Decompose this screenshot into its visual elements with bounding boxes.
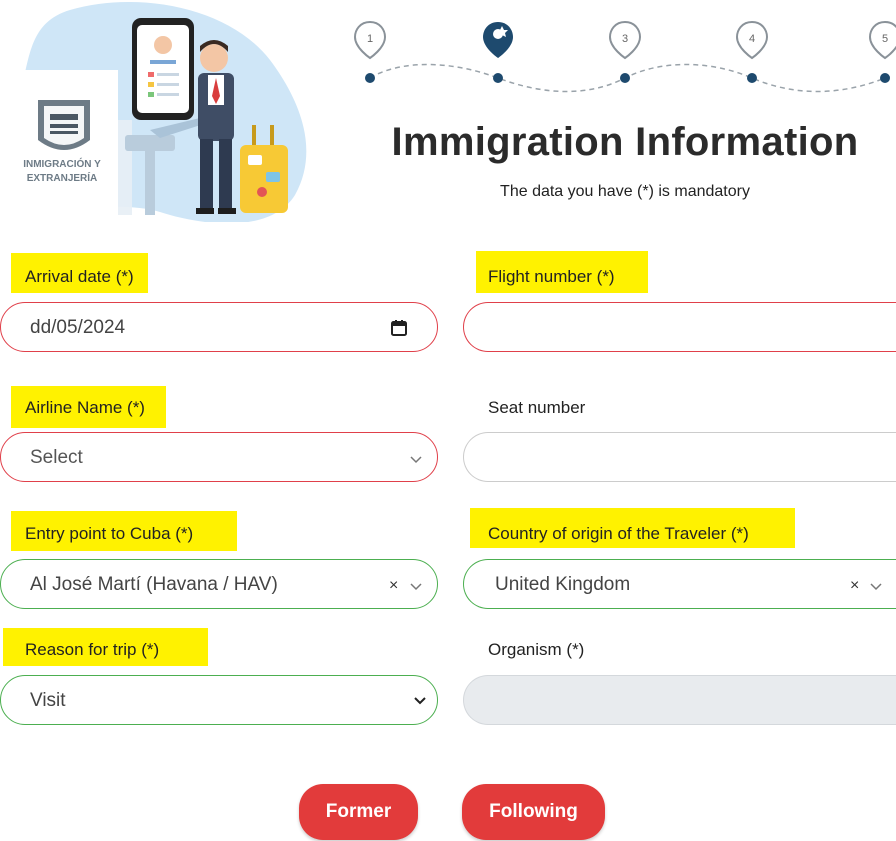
step-1-marker: 1 <box>353 20 387 83</box>
hero-illustration: INMIGRACIÓN Y EXTRANJERÍA <box>6 2 307 222</box>
following-button[interactable]: Following <box>462 784 605 840</box>
flight-number-label: Flight number (*) <box>488 267 615 286</box>
page-subtitle: The data you have (*) is mandatory <box>500 183 750 200</box>
country-origin-label: Country of origin of the Traveler (*) <box>488 524 749 543</box>
organism-input <box>463 675 896 725</box>
clear-x-icon[interactable]: × <box>389 577 398 595</box>
entry-point-select[interactable]: Al José Martí (Havana / HAV) × <box>0 559 438 609</box>
reason-for-trip-label: Reason for trip (*) <box>25 640 160 659</box>
svg-text:EXTRANJERÍA: EXTRANJERÍA <box>27 171 98 184</box>
svg-text:1: 1 <box>367 33 373 45</box>
chevron-down-icon[interactable] <box>409 455 423 465</box>
svg-text:5: 5 <box>882 33 888 45</box>
country-origin-value: United Kingdom <box>495 574 631 595</box>
seat-number-input[interactable] <box>463 432 896 482</box>
page-title: Immigration Information <box>391 120 859 164</box>
reason-for-trip-select[interactable]: Visit <box>0 675 438 725</box>
progress-stepper: 1 3 4 5 <box>353 20 896 93</box>
entry-point-value: Al José Martí (Havana / HAV) <box>30 574 278 595</box>
svg-text:INMIGRACIÓN Y: INMIGRACIÓN Y <box>23 157 101 170</box>
phone-illustration <box>132 18 194 120</box>
chevron-down-icon[interactable] <box>413 696 427 706</box>
arrival-date-value: dd/05/2024 <box>30 317 126 338</box>
svg-text:4: 4 <box>749 33 755 45</box>
reason-for-trip-value: Visit <box>30 690 66 711</box>
airline-name-value: Select <box>30 447 83 468</box>
chevron-down-icon[interactable] <box>869 582 883 592</box>
chevron-down-icon[interactable] <box>409 582 423 592</box>
country-origin-select[interactable]: United Kingdom × <box>463 559 896 609</box>
airline-name-label: Airline Name (*) <box>25 398 145 417</box>
calendar-icon[interactable] <box>390 319 408 337</box>
agency-logo: INMIGRACIÓN Y EXTRANJERÍA <box>6 70 118 220</box>
former-button[interactable]: Former <box>299 784 418 840</box>
step-5-marker: 5 <box>868 20 896 83</box>
flight-number-input[interactable] <box>463 302 896 352</box>
svg-text:3: 3 <box>622 33 628 45</box>
seat-number-label: Seat number <box>488 398 586 417</box>
clear-x-icon[interactable]: × <box>850 577 859 595</box>
entry-point-label: Entry point to Cuba (*) <box>25 524 194 543</box>
organism-label: Organism (*) <box>488 640 585 659</box>
airline-name-select[interactable]: Select <box>0 432 438 482</box>
arrival-date-label: Arrival date (*) <box>25 267 134 286</box>
arrival-date-input[interactable]: dd/05/2024 <box>0 302 438 352</box>
